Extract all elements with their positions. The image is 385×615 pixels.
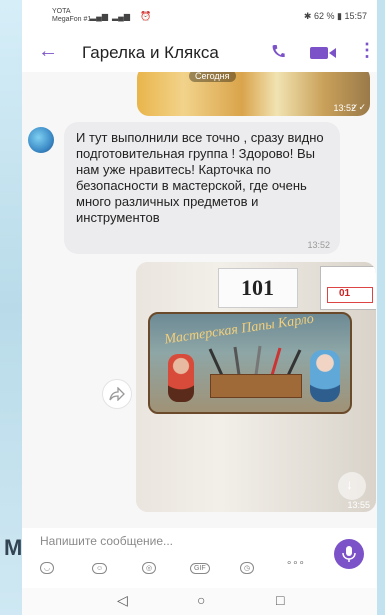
door-sign-number: 101 [241,275,274,300]
download-icon: ↓ [346,476,353,492]
carrier-bottom: MegaFon #1 [52,16,92,23]
voice-message-button[interactable] [334,539,364,569]
system-nav-bar: ◁ ○ □ [22,588,377,615]
signal-icon: ▂▄▆ [90,12,108,21]
read-check-icon: ✓✓ [350,102,366,112]
emoji-icon[interactable]: ☺ [92,558,108,574]
toolbox [210,374,302,398]
carrier-top: YOTA [52,8,71,15]
background-left [0,0,22,615]
side-sign: 01 [320,266,376,310]
plaque-title: Мастерская Папы Карло [163,311,315,348]
nav-back-icon[interactable]: ◁ [117,592,128,609]
chat-title: Гарелка и Клякса [82,43,219,62]
alarm-icon: ⏰ [140,11,152,21]
download-button[interactable]: ↓ [338,472,366,500]
malvina-figure [310,350,340,402]
forward-button[interactable] [102,379,132,409]
video-call-icon[interactable] [310,46,336,60]
overlay-letter: М [4,535,23,560]
text-message-bubble[interactable]: И тут выполнили все точно , сразу видно … [64,122,340,254]
date-pill: Сегодня [189,72,236,82]
gif-icon[interactable]: GIF [190,558,210,574]
workshop-plaque: Мастерская Папы Карло [148,312,352,414]
camera-icon[interactable]: ◎ [142,558,157,574]
photo-message[interactable]: 101 01 Мастерская Папы Карло ↓ 13:55 [136,262,376,512]
phone-icon[interactable] [270,43,286,59]
background-right [377,0,385,615]
status-right: ✱ 62 % ▮ 15:57 [304,11,367,22]
message-input[interactable]: Напишите сообщение... [40,534,173,548]
sticker-icon[interactable]: ◡ [40,558,55,574]
side-sign-number: 01 [339,288,351,299]
battery-icon: ▮ [337,11,342,21]
chat-header: ← Гарелка и Клякса ⋮ [22,34,377,72]
image-message-top[interactable]: Сегодня 13:52 ✓✓ [137,72,370,116]
battery-percent: 62 % [313,11,335,21]
message-composer: Напишите сообщение... ◡ ☺ ◎ GIF ◷ ∘∘∘ [22,528,377,588]
microphone-icon [342,546,356,562]
phone-screen: YOTA MegaFon #1 ▂▄▆ ▂▄▆ ⏰ ✱ 62 % ▮ 15:57… [22,0,377,615]
chat-area: Сегодня 13:52 ✓✓ И тут выполнили все точ… [22,72,377,528]
more-options-icon[interactable]: ⋮ [358,40,376,60]
more-icon[interactable]: ∘∘∘ [286,558,305,569]
nav-recents-icon[interactable]: □ [276,592,284,608]
status-bar: YOTA MegaFon #1 ▂▄▆ ▂▄▆ ⏰ ✱ 62 % ▮ 15:57 [22,0,377,34]
avatar[interactable] [28,127,54,153]
photo-time: 13:55 [347,500,370,510]
door-sign: 101 [218,268,298,308]
message-text: И тут выполнили все точно , сразу видно … [76,130,324,225]
clock-icon[interactable]: ◷ [240,558,255,574]
nav-home-icon[interactable]: ○ [197,592,205,608]
clock-time: 15:57 [344,11,367,21]
signal-icon-2: ▂▄▆ [112,12,130,21]
pinocchio-figure [168,354,194,402]
forward-icon [109,387,125,401]
back-arrow-icon[interactable]: ← [38,40,58,63]
bluetooth-icon: ✱ [303,11,312,21]
message-time: 13:52 [307,240,330,250]
